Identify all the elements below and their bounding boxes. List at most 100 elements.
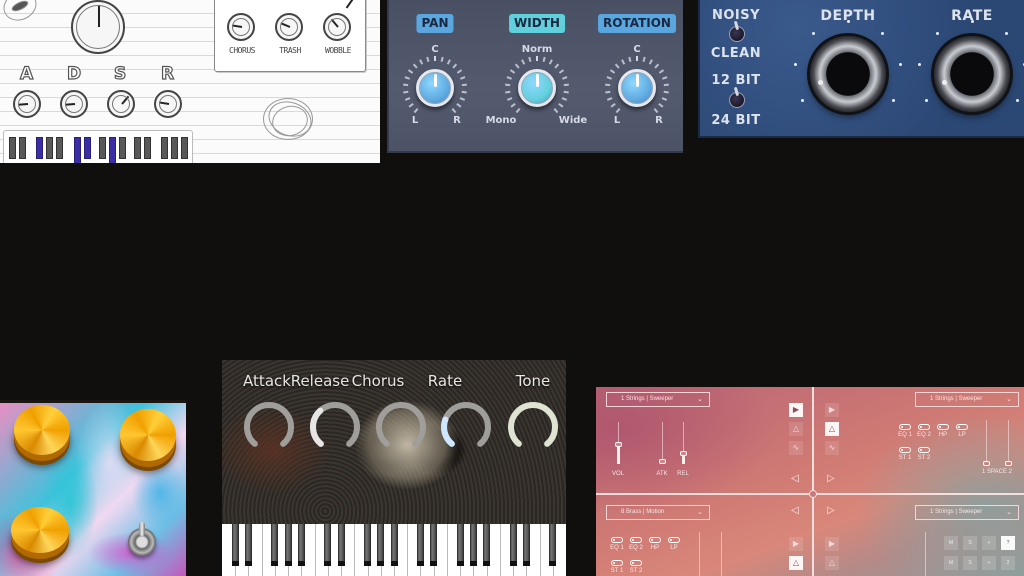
param-ring-rate[interactable]	[439, 400, 493, 454]
rate-knob[interactable]	[934, 36, 1010, 112]
play-pause-icon[interactable]: ▶︎	[825, 537, 839, 551]
black-key[interactable]	[364, 524, 372, 566]
black-key[interactable]	[549, 524, 557, 566]
toggle-st1[interactable]	[611, 560, 623, 566]
piano-key[interactable]	[171, 137, 178, 159]
fader-vol[interactable]	[615, 422, 622, 464]
piano-key[interactable]	[109, 137, 116, 163]
shape-icon[interactable]: △	[789, 556, 803, 570]
black-key[interactable]	[284, 524, 292, 566]
toggle-st2[interactable]	[630, 560, 642, 566]
fader-handle[interactable]	[680, 450, 687, 456]
black-key[interactable]	[324, 524, 332, 566]
knob-body[interactable]	[618, 69, 656, 107]
black-key[interactable]	[430, 524, 438, 566]
play-icon[interactable]: ◁	[791, 473, 799, 484]
toggle-hp[interactable]	[649, 537, 661, 543]
bit-depth-toggle[interactable]	[729, 92, 745, 108]
toggle-hp[interactable]	[937, 424, 949, 430]
knob-body[interactable]	[416, 69, 454, 107]
black-key[interactable]	[469, 524, 477, 566]
play-icon[interactable]: ▷	[827, 473, 835, 484]
knob-body[interactable]	[518, 69, 556, 107]
space-fader[interactable]	[699, 532, 700, 576]
piano-keyboard[interactable]	[3, 130, 193, 163]
play-pause-icon[interactable]: ▶︎	[789, 537, 803, 551]
piano-key[interactable]	[74, 137, 81, 163]
grid-button[interactable]: ?	[1001, 536, 1015, 550]
piano-key[interactable]	[161, 137, 168, 159]
space-fader[interactable]	[983, 420, 990, 466]
param-ring-tone[interactable]	[506, 400, 560, 454]
fader-rel[interactable]	[680, 422, 687, 464]
grid-button[interactable]: M	[944, 536, 958, 550]
fx-knob-chorus[interactable]	[227, 13, 255, 41]
preset-dropdown-q2[interactable]: 1 Strings | Sweeper ⌄	[915, 392, 1019, 407]
space-fader[interactable]	[1005, 420, 1012, 466]
black-key[interactable]	[244, 524, 252, 566]
shape-icon[interactable]: △	[825, 556, 839, 570]
grid-button[interactable]: +	[982, 556, 996, 570]
wave-icon[interactable]: ∿	[789, 441, 803, 455]
shape-icon[interactable]: △	[825, 422, 839, 436]
black-key[interactable]	[416, 524, 424, 566]
param-ring-release[interactable]	[308, 400, 362, 454]
piano-key[interactable]	[181, 137, 188, 159]
toggle-lp[interactable]	[668, 537, 680, 543]
toggle-eq2[interactable]	[918, 424, 930, 430]
preset-dropdown-q3[interactable]: 8 Brass | Motion ⌄	[606, 505, 710, 520]
toggle-lp[interactable]	[956, 424, 968, 430]
pedal-toggle-switch[interactable]	[128, 522, 156, 556]
piano-key[interactable]	[9, 137, 16, 159]
fx-knob-trash[interactable]	[275, 13, 303, 41]
toggle-st2[interactable]	[918, 447, 930, 453]
piano-keyboard[interactable]	[222, 524, 566, 576]
fader-atk[interactable]	[659, 422, 666, 464]
main-volume-knob[interactable]	[71, 0, 125, 54]
shape-icon[interactable]: △	[789, 422, 803, 436]
piano-key[interactable]	[36, 137, 43, 159]
black-key[interactable]	[390, 524, 398, 566]
black-key[interactable]	[297, 524, 305, 566]
black-key[interactable]	[377, 524, 385, 566]
grid-button[interactable]: M	[944, 556, 958, 570]
param-ring-chorus[interactable]	[374, 400, 428, 454]
adsr-knob-s[interactable]	[107, 90, 135, 118]
rotation-knob[interactable]	[605, 56, 669, 120]
black-key[interactable]	[271, 524, 279, 566]
depth-knob[interactable]	[810, 36, 886, 112]
param-ring-attack[interactable]	[242, 400, 296, 454]
grid-button[interactable]: +	[982, 536, 996, 550]
grid-button[interactable]: 2	[1001, 556, 1015, 570]
black-key[interactable]	[522, 524, 530, 566]
back-icon[interactable]: ◁	[791, 505, 799, 516]
adsr-knob-r[interactable]	[154, 90, 182, 118]
play-icon[interactable]: ▷	[827, 505, 835, 516]
space-fader[interactable]	[925, 532, 926, 576]
quadrant-center-handle[interactable]	[809, 490, 817, 498]
black-key[interactable]	[509, 524, 517, 566]
fader-handle[interactable]	[659, 458, 666, 464]
fx-knob-wobble[interactable]	[323, 13, 351, 41]
piano-key[interactable]	[134, 137, 141, 159]
quadrant-divider-vertical[interactable]	[812, 387, 814, 576]
play-pause-icon[interactable]: ▶︎	[789, 403, 803, 417]
black-key[interactable]	[483, 524, 491, 566]
preset-dropdown-q4[interactable]: 1 Strings | Sweeper ⌄	[915, 505, 1019, 520]
wave-icon[interactable]: ∿	[825, 441, 839, 455]
piano-key[interactable]	[144, 137, 151, 159]
black-key[interactable]	[337, 524, 345, 566]
toggle-eq1[interactable]	[611, 537, 623, 543]
toggle-eq2[interactable]	[630, 537, 642, 543]
piano-key[interactable]	[99, 137, 106, 159]
piano-key[interactable]	[46, 137, 53, 159]
adsr-knob-a[interactable]	[13, 90, 41, 118]
black-key[interactable]	[456, 524, 464, 566]
pedal-knob-3[interactable]	[11, 507, 69, 553]
noise-toggle[interactable]	[729, 26, 745, 42]
black-key[interactable]	[231, 524, 239, 566]
space-fader[interactable]	[721, 532, 722, 576]
preset-dropdown-q1[interactable]: 1 Strings | Sweeper ⌄	[606, 392, 710, 407]
pedal-knob-1[interactable]	[14, 405, 70, 455]
piano-key[interactable]	[84, 137, 91, 159]
